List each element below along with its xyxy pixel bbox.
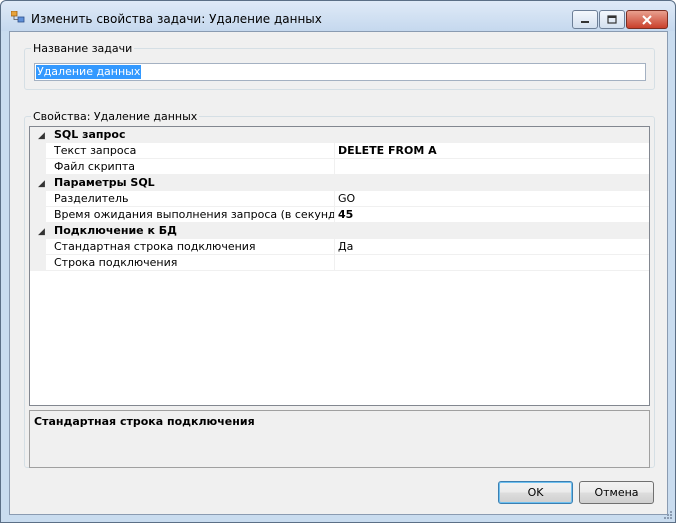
property-name: Стандартная строка подключения [54,240,256,253]
category-label: Подключение к БД [54,224,177,237]
property-value[interactable]: 45 [338,207,353,223]
collapse-triangle-icon[interactable]: ◢ [38,224,45,240]
task-name-legend: Название задачи [31,42,135,55]
property-grid[interactable]: ◢ SQL запрос Текст запроса DELETE FROM A… [29,126,650,406]
column-divider[interactable] [334,159,335,175]
maximize-icon [607,15,617,24]
minimize-button[interactable] [572,10,598,29]
property-row-timeout[interactable]: Время ожидания выполнения запроса (в сек… [30,207,649,223]
title-bar[interactable]: Изменить свойства задачи: Удаление данны… [1,1,675,31]
property-row-connection-string[interactable]: Строка подключения [30,255,649,271]
property-row-query-text[interactable]: Текст запроса DELETE FROM A [30,143,649,159]
task-name-selected-text: Удаление данных [36,65,142,79]
category-row-db-connection[interactable]: ◢ Подключение к БД [30,223,649,239]
property-name: Строка подключения [54,256,178,269]
property-description-panel: Стандартная строка подключения [29,410,650,468]
task-name-group: Название задачи Удаление данных [24,42,655,90]
column-divider[interactable] [334,239,335,255]
property-name: Время ожидания выполнения запроса (в сек… [54,208,334,221]
cancel-button[interactable]: Отмена [579,481,654,504]
row-margin [30,207,46,223]
maximize-button[interactable] [599,10,625,29]
category-row-sql-params[interactable]: ◢ Параметры SQL [30,175,649,191]
property-name: Файл скрипта [54,160,136,173]
close-button[interactable] [626,10,668,29]
category-row-sql-query[interactable]: ◢ SQL запрос [30,127,649,143]
row-margin [30,191,46,207]
ok-button[interactable]: OK [498,481,573,504]
category-label: Параметры SQL [54,176,155,189]
task-name-input[interactable]: Удаление данных [34,63,646,81]
row-margin [30,239,46,255]
property-value[interactable]: GO [338,191,355,207]
collapse-triangle-icon[interactable]: ◢ [38,128,45,144]
property-name: Текст запроса [54,144,137,157]
minimize-icon [581,20,589,23]
resize-grip-icon[interactable] [663,510,673,520]
collapse-triangle-icon[interactable]: ◢ [38,176,45,192]
property-row-separator[interactable]: Разделитель GO [30,191,649,207]
properties-legend: Свойства: Удаление данных [31,110,200,123]
property-name: Разделитель [54,192,129,205]
property-row-default-connection[interactable]: Стандартная строка подключения Да [30,239,649,255]
dialog-window: Изменить свойства задачи: Удаление данны… [0,0,676,523]
row-margin [30,255,46,271]
properties-group: Свойства: Удаление данных ◢ SQL запрос Т… [24,110,655,468]
row-margin [30,159,46,175]
column-divider[interactable] [334,207,335,223]
category-label: SQL запрос [54,128,126,141]
close-icon [642,14,652,25]
dialog-client-area: Название задачи Удаление данных Свойства… [9,31,668,515]
row-margin [30,143,46,159]
property-value[interactable]: Да [338,239,353,255]
column-divider[interactable] [334,143,335,159]
property-value[interactable]: DELETE FROM A [338,143,437,159]
column-divider[interactable] [334,191,335,207]
description-title: Стандартная строка подключения [34,415,255,428]
property-row-script-file[interactable]: Файл скрипта [30,159,649,175]
app-icon [11,11,25,23]
window-title: Изменить свойства задачи: Удаление данны… [31,12,322,26]
column-divider[interactable] [334,255,335,271]
